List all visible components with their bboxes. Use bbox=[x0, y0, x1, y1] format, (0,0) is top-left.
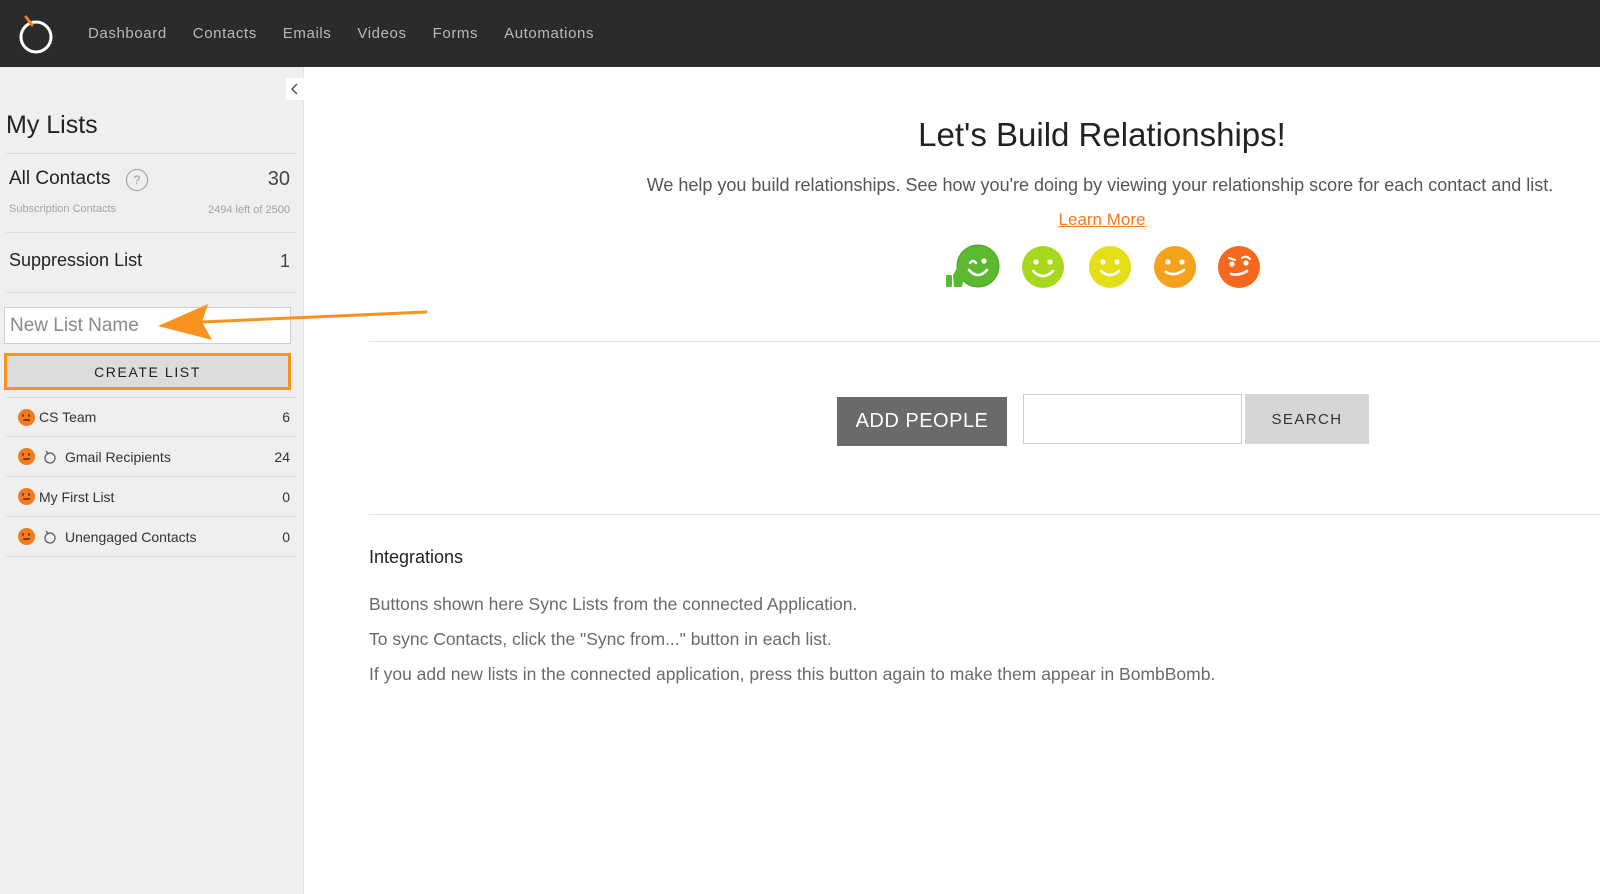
integrations-text-line: To sync Contacts, click the "Sync from..… bbox=[369, 629, 832, 649]
contact-lists: CS Team 6 Gmail Recipients 24 My First L… bbox=[6, 397, 296, 557]
relationship-score-face-icon bbox=[18, 488, 35, 505]
relationship-score-face-icon bbox=[18, 528, 35, 545]
happy-face-icon bbox=[1022, 246, 1064, 288]
relationship-score-face-icon bbox=[18, 408, 35, 426]
divider bbox=[369, 514, 1600, 515]
list-item-count: 6 bbox=[282, 409, 290, 425]
divider bbox=[369, 341, 1600, 342]
integrations-text-line: If you add new lists in the connected ap… bbox=[369, 664, 1216, 684]
thumbs-up-face-icon bbox=[946, 244, 1000, 288]
sidebar-title: My Lists bbox=[6, 111, 98, 139]
learn-more-link[interactable]: Learn More bbox=[1000, 210, 1204, 230]
relationship-score-scale bbox=[944, 244, 1274, 290]
all-contacts-item[interactable]: All Contacts ? 30 Subscription Contacts … bbox=[6, 153, 296, 233]
sync-icon bbox=[44, 450, 56, 464]
skeptical-face-icon bbox=[1218, 246, 1260, 288]
divider bbox=[6, 292, 296, 293]
nav-automations[interactable]: Automations bbox=[504, 25, 594, 42]
list-item[interactable]: Gmail Recipients 24 bbox=[6, 437, 296, 477]
list-item-count: 0 bbox=[282, 528, 290, 545]
list-item[interactable]: Unengaged Contacts 0 bbox=[6, 517, 296, 557]
subscription-quota: 2494 left of 2500 bbox=[208, 204, 290, 216]
bombbomb-logo-icon[interactable] bbox=[14, 12, 58, 56]
suppression-list-item[interactable]: Suppression List 1 bbox=[6, 233, 296, 293]
nav-dashboard[interactable]: Dashboard bbox=[88, 25, 167, 42]
nav-emails[interactable]: Emails bbox=[283, 25, 332, 42]
search-button[interactable]: SEARCH bbox=[1245, 394, 1369, 444]
chevron-left-icon bbox=[291, 83, 298, 95]
nav-contacts[interactable]: Contacts bbox=[193, 25, 257, 42]
neutral-smile-face-icon bbox=[1154, 246, 1196, 288]
integrations-text-line: Buttons shown here Sync Lists from the c… bbox=[369, 594, 858, 614]
list-item-name: CS Team bbox=[39, 409, 97, 425]
all-contacts-label: All Contacts bbox=[9, 168, 111, 189]
subscription-contacts-label: Subscription Contacts bbox=[9, 203, 116, 215]
suppression-list-count: 1 bbox=[279, 251, 290, 271]
top-nav-bar: Dashboard Contacts Emails Videos Forms A… bbox=[0, 0, 1600, 67]
list-item-name: My First List bbox=[39, 488, 115, 505]
smile-face-icon bbox=[1089, 246, 1131, 288]
add-people-button[interactable]: ADD PEOPLE bbox=[837, 397, 1007, 446]
nav-forms[interactable]: Forms bbox=[433, 25, 479, 42]
create-list-button[interactable]: CREATE LIST bbox=[4, 353, 291, 390]
new-list-name-input[interactable] bbox=[4, 307, 291, 344]
lists-sidebar: My Lists All Contacts ? 30 Subscription … bbox=[0, 67, 304, 894]
list-item[interactable]: CS Team 6 bbox=[6, 397, 296, 437]
all-contacts-count: 30 bbox=[267, 168, 290, 190]
page-title: Let's Build Relationships! bbox=[918, 116, 1286, 153]
list-item-name: Gmail Recipients bbox=[65, 448, 171, 465]
list-item[interactable]: My First List 0 bbox=[6, 477, 296, 517]
integrations-heading: Integrations bbox=[369, 547, 464, 567]
list-item-count: 24 bbox=[274, 448, 290, 465]
search-input[interactable] bbox=[1023, 394, 1242, 444]
list-item-count: 0 bbox=[282, 488, 290, 505]
relationship-score-face-icon bbox=[18, 448, 35, 465]
page-subtitle: We help you build relationships. See how… bbox=[646, 175, 1554, 195]
suppression-list-label: Suppression List bbox=[9, 250, 143, 270]
list-item-name: Unengaged Contacts bbox=[65, 528, 197, 545]
main-nav: Dashboard Contacts Emails Videos Forms A… bbox=[88, 25, 620, 42]
help-icon[interactable]: ? bbox=[126, 169, 148, 191]
collapse-sidebar-button[interactable] bbox=[286, 78, 304, 100]
nav-videos[interactable]: Videos bbox=[357, 25, 406, 42]
sync-icon bbox=[44, 530, 56, 544]
